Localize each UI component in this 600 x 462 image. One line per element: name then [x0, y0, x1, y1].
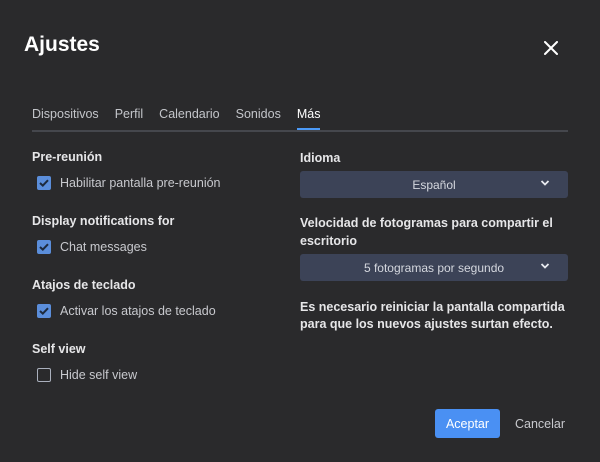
tab-mas[interactable]: Más: [296, 100, 320, 130]
hide-self-view-label: Hide self view: [60, 368, 138, 382]
checkmark-icon: [39, 307, 49, 315]
accept-button[interactable]: Aceptar: [435, 409, 500, 438]
checkmark-icon: [39, 179, 49, 187]
framerate-value: 5 fotogramas por segundo: [363, 260, 505, 275]
language-value: Español: [412, 177, 456, 192]
framerate-select[interactable]: 5 fotogramas por segundo: [300, 254, 568, 281]
tab-perfil[interactable]: Perfil: [115, 100, 143, 128]
settings-tabs: Dispositivos Perfil Calendario Sonidos M…: [32, 100, 568, 132]
hide-self-view-checkbox[interactable]: [37, 368, 51, 382]
chat-messages-label: Chat messages: [60, 240, 147, 254]
shortcuts-label: Activar los atajos de teclado: [60, 304, 216, 318]
tab-sonidos[interactable]: Sonidos: [236, 100, 281, 128]
tab-dispositivos[interactable]: Dispositivos: [32, 100, 99, 128]
restart-note: Es necesario reiniciar la pantalla compa…: [300, 300, 565, 331]
pre-meeting-checkbox[interactable]: [37, 176, 51, 190]
chat-messages-checkbox[interactable]: [37, 240, 51, 254]
checkmark-icon: [39, 243, 49, 251]
cancel-button[interactable]: Cancelar: [510, 409, 570, 438]
chevron-down-icon: [540, 263, 550, 269]
language-label: Idioma: [300, 151, 341, 165]
shortcuts-checkbox[interactable]: [37, 304, 51, 318]
language-select[interactable]: Español: [300, 171, 568, 198]
chevron-down-icon: [540, 180, 550, 186]
pre-meeting-label: Habilitar pantalla pre-reunión: [60, 176, 221, 190]
shortcuts-checkbox-row[interactable]: Activar los atajos de teclado: [37, 304, 216, 318]
shortcuts-title: Atajos de teclado: [32, 278, 136, 292]
chat-messages-checkbox-row[interactable]: Chat messages: [37, 240, 147, 254]
tab-calendario[interactable]: Calendario: [159, 100, 219, 128]
settings-dialog: Ajustes Dispositivos Perfil Calendario S…: [0, 0, 600, 462]
dialog-title: Ajustes: [24, 33, 100, 56]
close-icon: [544, 41, 558, 55]
self-view-title: Self view: [32, 342, 86, 356]
framerate-label: Velocidad de fotogramas para compartir e…: [300, 216, 553, 248]
pre-meeting-title: Pre-reunión: [32, 150, 103, 164]
pre-meeting-checkbox-row[interactable]: Habilitar pantalla pre-reunión: [37, 176, 221, 190]
hide-self-view-checkbox-row[interactable]: Hide self view: [37, 368, 137, 382]
close-button[interactable]: [539, 36, 563, 60]
notifications-title: Display notifications for: [32, 214, 175, 228]
